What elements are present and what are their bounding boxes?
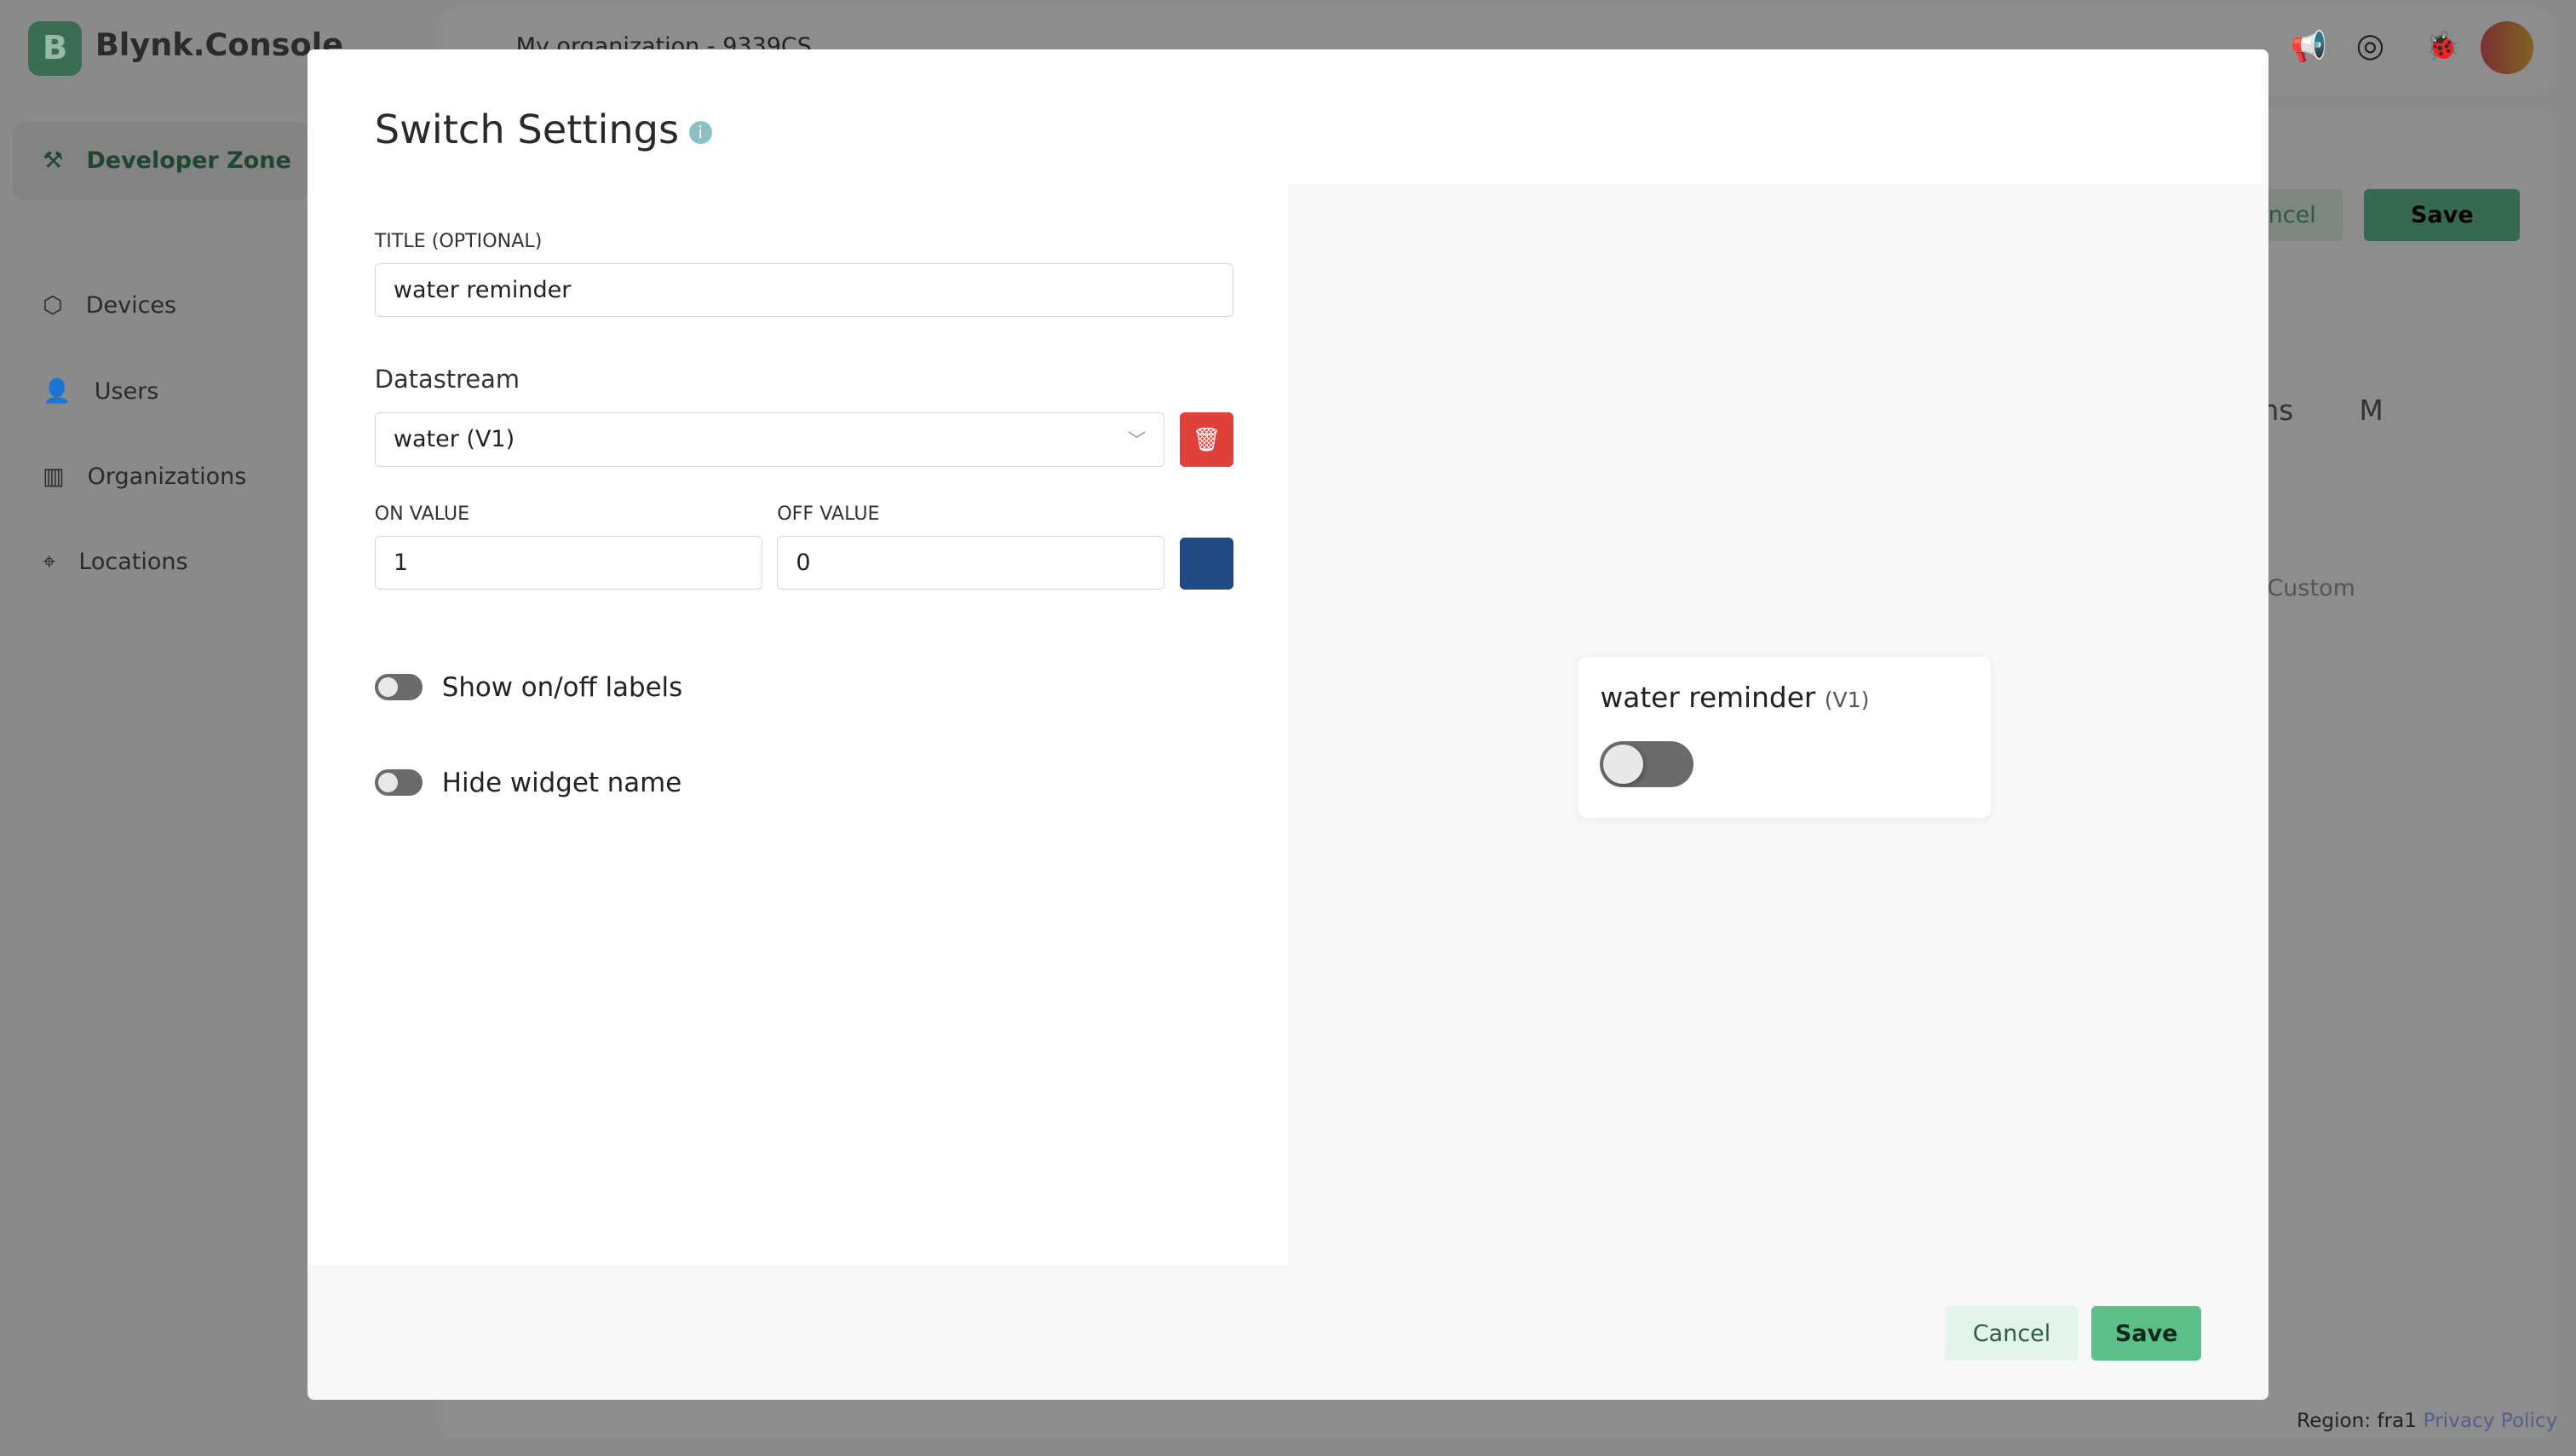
widget-title: water reminder (V1) (1600, 682, 1870, 715)
widget-switch[interactable] (1600, 740, 1694, 787)
modal-title: Switch Settings i (375, 106, 712, 153)
blynk-logo[interactable]: B (27, 21, 83, 76)
cube-icon: ⬡ (43, 292, 63, 319)
title-field-label: TITLE (OPTIONAL) (374, 229, 543, 252)
sidebar-item-label: Locations (78, 549, 188, 576)
bug-icon[interactable]: 🐞 (2425, 30, 2460, 63)
sidebar-item-organizations[interactable]: ▥ Organizations (13, 437, 308, 516)
off-value-label: OFF VALUE (777, 503, 880, 526)
sidebar-item-devices[interactable]: ⬡ Devices (13, 266, 308, 345)
bg-save-button[interactable]: Save (2364, 188, 2521, 242)
region-label: Region: fra1 (2297, 1409, 2418, 1432)
cancel-button[interactable]: Cancel (1945, 1306, 2079, 1361)
megaphone-icon[interactable]: 📢 (2290, 30, 2326, 64)
widget-pin: (V1) (1824, 688, 1870, 713)
datastream-value: water (V1) (393, 426, 515, 453)
avatar[interactable] (2481, 21, 2533, 74)
sidebar-item-label: Organizations (87, 463, 247, 490)
chevron-down-icon: ﹀ (1127, 430, 1147, 452)
users-icon: 👤 (43, 378, 72, 405)
privacy-policy-link[interactable]: Privacy Policy (2424, 1410, 2558, 1432)
show-labels-toggle[interactable] (374, 674, 423, 701)
hide-name-label: Hide widget name (441, 767, 682, 798)
sidebar-item-locations[interactable]: ⌖ Locations (13, 522, 308, 601)
title-input[interactable]: water reminder (374, 262, 1234, 318)
delete-datastream-button[interactable]: 🗑 (1179, 412, 1234, 467)
sidebar-item-label: Developer Zone (86, 147, 291, 175)
datastream-select[interactable]: water (V1) ﹀ (374, 412, 1165, 467)
info-icon[interactable]: i (688, 121, 712, 145)
on-value-input[interactable]: 1 (374, 535, 762, 590)
datastream-label: Datastream (374, 365, 520, 394)
show-labels-label: Show on/off labels (441, 671, 683, 703)
sidebar-item-developer-zone[interactable]: ⚒ Developer Zone (13, 121, 309, 201)
building-icon: ▥ (43, 463, 65, 490)
on-value-label: ON VALUE (374, 503, 470, 526)
pin-icon: ⌖ (43, 548, 56, 575)
off-value-input[interactable]: 0 (777, 535, 1165, 590)
custom-option[interactable]: Custom (2267, 575, 2355, 601)
hide-name-row[interactable]: Hide widget name (374, 767, 682, 798)
brand-name: Blynk.Console (95, 26, 344, 63)
color-picker[interactable] (1179, 537, 1234, 590)
hide-name-toggle[interactable] (374, 769, 423, 797)
sidebar-item-users[interactable]: 👤 Users (13, 352, 308, 431)
bg-tab-m[interactable]: M (2359, 394, 2383, 427)
sidebar-item-label: Devices (85, 292, 177, 319)
save-button[interactable]: Save (2091, 1306, 2202, 1361)
switch-settings-modal: Switch Settings i TITLE (OPTIONAL) water … (307, 49, 2269, 1401)
show-labels-row[interactable]: Show on/off labels (374, 671, 683, 703)
tools-icon: ⚒ (43, 147, 64, 175)
switch-widget-preview: water reminder (V1) (1578, 657, 1992, 819)
sidebar-item-label: Users (94, 377, 159, 405)
help-lifebuoy-icon[interactable]: ◎ (2356, 26, 2385, 65)
trash-icon: 🗑 (1192, 426, 1222, 453)
